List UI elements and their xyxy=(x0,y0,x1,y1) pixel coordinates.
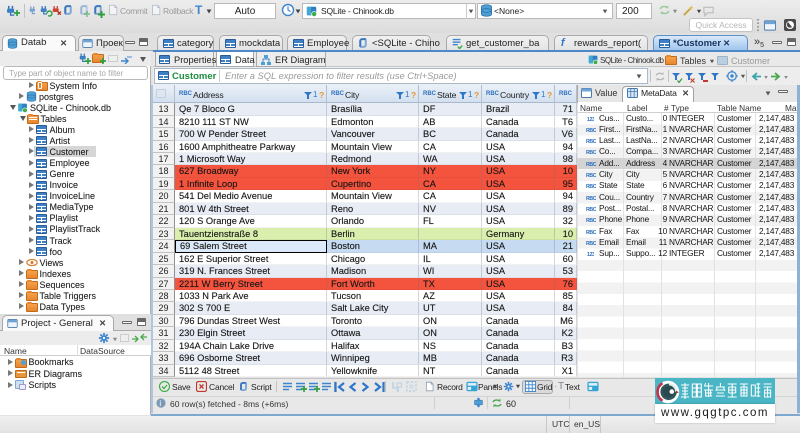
svg-text:i: i xyxy=(159,399,161,408)
